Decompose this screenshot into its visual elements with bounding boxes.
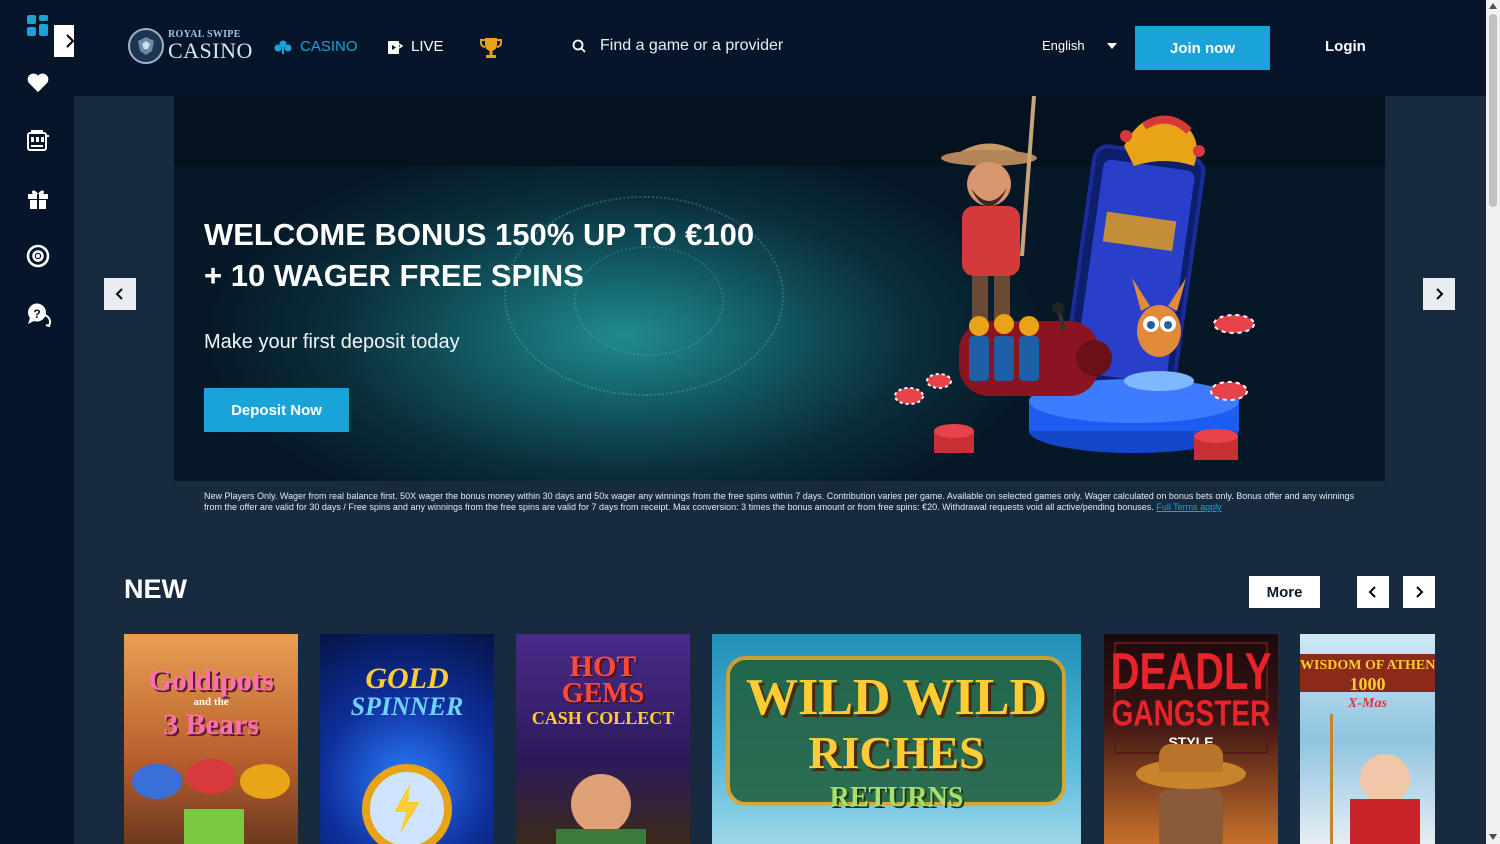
bonus-terms: New Players Only. Wager from real balanc…	[204, 491, 1374, 513]
more-button[interactable]: More	[1249, 576, 1320, 608]
search-placeholder: Find a game or a provider	[600, 37, 784, 54]
login-button[interactable]: Login	[1325, 38, 1366, 55]
logo-big-text: CASINO	[168, 38, 253, 63]
game-title-line2: RICHES	[808, 727, 985, 778]
gift-icon[interactable]	[24, 184, 52, 212]
game-title-line2: GANGSTER	[1111, 693, 1271, 734]
grid-icon[interactable]	[24, 12, 52, 40]
chevron-right-icon	[1416, 586, 1424, 598]
game-title-line2: 1000	[1349, 674, 1386, 694]
slot-machine-icon[interactable]	[24, 126, 52, 154]
game-tile[interactable]: WILD WILD RICHES RETURNS	[712, 634, 1081, 844]
scroll-up-icon[interactable]	[1489, 3, 1497, 9]
chevron-left-icon	[1368, 586, 1376, 598]
game-tile[interactable]: WISDOM OF ATHENA 1000 X-Mas	[1300, 634, 1435, 844]
game-title-line2: SPINNER	[350, 692, 464, 721]
logo-badge	[128, 28, 164, 64]
hero-title: WELCOME BONUS 150% UP TO €100 + 10 WAGER…	[204, 214, 824, 296]
game-title-line1: GOLD	[365, 662, 449, 695]
game-title-line2: GEMS	[561, 678, 645, 709]
nav-live[interactable]: LIVE	[387, 38, 444, 55]
help-chat-icon[interactable]: ?	[24, 300, 52, 328]
hero-prev-button[interactable]	[104, 278, 136, 310]
page-scrollbar[interactable]	[1486, 0, 1500, 844]
lightning-icon	[394, 784, 420, 834]
game-title-line3: 3 Bears	[163, 708, 259, 741]
logo[interactable]: ROYAL SWIPE CASINO	[128, 28, 253, 64]
svg-text:?: ?	[33, 307, 40, 321]
language-select[interactable]: English	[1042, 38, 1117, 53]
hero-next-button[interactable]	[1423, 278, 1455, 310]
deposit-now-button[interactable]: Deposit Now	[204, 388, 349, 432]
scroll-down-icon[interactable]	[1489, 834, 1497, 840]
game-tile[interactable]: GOLD SPINNER	[320, 634, 494, 844]
game-tile[interactable]: Goldipots and the 3 Bears	[124, 634, 298, 844]
live-card-icon	[388, 40, 403, 54]
game-title-line1: WILD WILD	[745, 669, 1047, 726]
language-label: English	[1042, 38, 1085, 53]
chevron-left-icon	[115, 288, 123, 300]
hero-title-line1: WELCOME BONUS 150% UP TO €100	[204, 217, 755, 252]
game-tile[interactable]: DEADLY GANGSTER STYLE	[1104, 634, 1278, 844]
game-title-line2: and the	[193, 696, 229, 708]
hero-illustration	[894, 96, 1255, 460]
clubs-icon	[274, 40, 292, 54]
search-bar[interactable]: Find a game or a provider	[572, 37, 783, 55]
full-terms-link[interactable]: Full Terms apply	[1156, 502, 1221, 512]
lifebuoy-icon[interactable]	[24, 242, 52, 270]
games-next-button[interactable]	[1403, 576, 1435, 608]
top-header: ROYAL SWIPE CASINO CASINO LIVE Find a ga…	[74, 0, 1486, 96]
game-title-line3: X-Mas	[1348, 696, 1387, 711]
games-prev-button[interactable]	[1357, 576, 1389, 608]
crest-icon	[138, 37, 154, 55]
caret-down-icon	[1106, 42, 1117, 49]
game-title-line1: WISDOM OF ATHENA	[1300, 658, 1435, 673]
join-now-button[interactable]: Join now	[1135, 26, 1270, 70]
hero-banner[interactable]: WELCOME BONUS 150% UP TO €100 + 10 WAGER…	[174, 96, 1385, 481]
chevron-right-icon	[1436, 288, 1444, 300]
game-tile[interactable]: HOT GEMS CASH COLLECT	[516, 634, 690, 844]
trophy-icon	[480, 38, 502, 58]
nav-casino-label: CASINO	[300, 38, 358, 55]
nav-casino[interactable]: CASINO	[274, 38, 358, 55]
search-icon	[572, 39, 586, 53]
game-title-line3: CASH COLLECT	[531, 708, 675, 728]
nav-tournaments[interactable]	[480, 36, 502, 60]
heart-icon[interactable]	[24, 69, 52, 97]
game-title-line3: RETURNS	[829, 782, 964, 813]
main-content: WELCOME BONUS 150% UP TO €100 + 10 WAGER…	[74, 96, 1486, 844]
sidebar: ?	[0, 0, 86, 844]
hero-title-line2: + 10 WAGER FREE SPINS	[204, 258, 584, 293]
section-title-new: NEW	[124, 574, 187, 604]
game-title-line1: Goldipots	[148, 664, 274, 697]
nav-live-label: LIVE	[411, 38, 444, 55]
hero-subtitle: Make your first deposit today	[204, 331, 460, 353]
scroll-thumb[interactable]	[1489, 14, 1497, 207]
